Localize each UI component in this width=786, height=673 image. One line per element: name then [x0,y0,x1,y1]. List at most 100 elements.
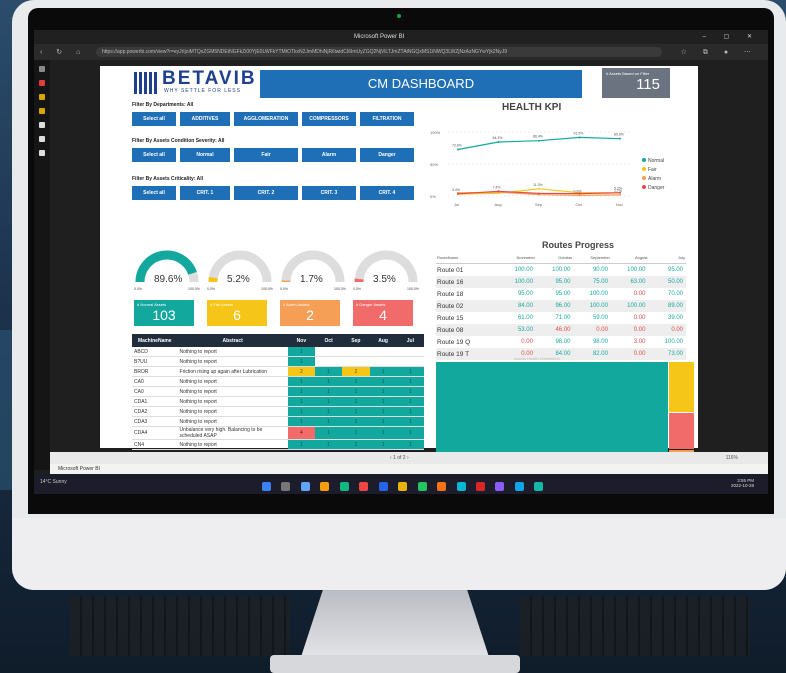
machine-abstract: Nothing to report [177,347,288,357]
routes-row[interactable]: Route 02 84.00 96.00 100.00 100.00 89.00 [436,300,686,312]
routes-header[interactable]: July [648,252,686,264]
routes-row[interactable]: Route 19 T 0.00 84.00 82.00 0.00 73.00 [436,348,686,360]
weather-widget[interactable]: 14°C Sunny [40,479,67,485]
app-icon[interactable] [456,482,466,491]
filter-button[interactable]: Select all [132,186,176,200]
route-value: 89.00 [648,300,686,312]
monitor-stand [300,590,490,660]
routes-header[interactable]: September [573,252,611,264]
table-row[interactable]: CDA4 Unbalance very high. Balancing to be… [132,426,424,440]
filter-button[interactable]: ADDITIVES [180,112,230,126]
taskbar-clock[interactable]: 3:55 PM 2022-10-28 [731,478,754,488]
sidebar-icon[interactable] [39,122,45,128]
machine-name: ABCD [132,347,178,357]
table-row[interactable]: CA0 Nothing to report 1 1 1 1 1 [132,376,424,387]
routes-header[interactable]: October [535,252,574,264]
x-tick-label: Jul [454,202,459,207]
filter-button[interactable]: AGGLOMERATION [234,112,298,126]
filter-button[interactable]: Alarm [302,148,356,162]
table-header[interactable]: Nov [287,334,316,347]
page-indicator[interactable]: ‹ 1 of 2 › [390,455,409,461]
severity-cell: 1 [396,406,424,417]
asset-card[interactable]: # Normal Assets 103 [134,300,194,326]
filter-button[interactable]: Normal [180,148,230,162]
data-label: 0.9% [574,189,582,193]
sidebar-icon[interactable] [39,66,45,72]
app-icon[interactable] [378,482,388,491]
window-controls[interactable]: – ▢ ✕ [703,33,760,40]
filter-button[interactable]: COMPRESSORS [302,112,356,126]
table-row[interactable]: CDA1 Nothing to report 1 1 1 1 1 [132,396,424,407]
sidebar-icon[interactable] [39,80,45,86]
taskview-icon[interactable] [300,482,310,491]
routes-header[interactable]: RouteName [436,252,499,264]
treemap-fair[interactable] [669,362,694,412]
severity-cell: 1 [342,426,370,440]
table-row[interactable]: CDA3 Nothing to report 1 1 1 1 1 [132,416,424,427]
filter-button[interactable]: Select all [132,112,176,126]
routes-row[interactable]: Route 08 53.00 46.00 0.00 0.00 0.00 [436,324,686,336]
table-header[interactable]: Abstract [177,334,288,347]
filter-button[interactable]: CRIT. 1 [180,186,230,200]
filter-button[interactable]: CRIT. 4 [360,186,414,200]
start-icon[interactable] [262,482,271,491]
sidebar-icon[interactable] [39,150,45,156]
routes-row[interactable]: Route 15 61.00 71.00 59.00 0.00 39.00 [436,312,686,324]
table-header[interactable]: MachineName [132,334,178,347]
table-row[interactable]: ABCD Nothing to report 1 [132,347,424,357]
routes-row[interactable]: Route 16 100.00 95.00 75.00 63.00 50.00 [436,276,686,288]
sidebar-icon[interactable] [39,136,45,142]
table-row[interactable]: CDA2 Nothing to report 1 1 1 1 1 [132,406,424,417]
table-row[interactable]: CA0 Nothing to report 1 1 1 1 1 [132,386,424,397]
filter-button[interactable]: Select all [132,148,176,162]
routes-row[interactable]: Route 18 95.00 95.00 100.00 0.00 70.00 [436,288,686,300]
legend-item[interactable]: Alarm [642,176,664,182]
app-icon[interactable] [495,482,505,491]
sidebar-icon[interactable] [39,94,45,100]
app-icon[interactable] [475,482,485,491]
filter-button[interactable]: FILTRATION [360,112,414,126]
sidebar-icon[interactable] [39,108,45,114]
table-header[interactable]: Sep [342,334,370,347]
app-icon[interactable] [514,482,524,491]
legend-item[interactable]: Danger [642,185,664,191]
routes-row[interactable]: Route 01 100.00 100.00 90.00 100.00 95.00 [436,264,686,277]
legend-item[interactable]: Normal [642,158,664,164]
table-header[interactable]: Oct [315,334,343,347]
search-icon[interactable] [281,482,291,491]
app-icon[interactable] [359,482,369,491]
route-value: 61.00 [517,315,533,321]
app-icon[interactable] [437,482,447,491]
filter-button[interactable]: Danger [360,148,414,162]
url-field[interactable]: https://app.powerbi.com/view?r=eyJrIjoiM… [96,47,662,57]
routes-header[interactable]: August [610,252,649,264]
machine-name: CA0 [132,386,178,397]
routes-header[interactable]: November [498,252,536,264]
table-header[interactable]: Jul [396,334,424,347]
legend-item[interactable]: Fair [642,167,664,173]
app-icon[interactable] [398,482,408,491]
asset-card[interactable]: # Danger Assets 4 [353,300,413,326]
filter-button[interactable]: Fair [234,148,298,162]
asset-card[interactable]: # Fair Assets 6 [207,300,267,326]
explorer-icon[interactable] [320,482,330,491]
app-icon[interactable] [417,482,427,491]
app-icon[interactable] [534,482,544,491]
nav-buttons[interactable]: ‹ ↻ ⌂ [40,48,86,56]
edge-icon[interactable] [339,482,349,491]
data-point [578,192,581,195]
route-value: 96.00 [535,300,574,312]
filter-button[interactable]: CRIT. 2 [234,186,298,200]
filter-button[interactable]: CRIT. 3 [302,186,356,200]
treemap-danger[interactable] [669,413,694,449]
route-value: 3.00 [633,339,646,345]
browser-toolbar-icons[interactable]: ☆ ⧉ ● ⋯ [681,48,758,57]
routes-row[interactable]: Route 19 Q 0.00 98.00 98.00 3.00 100.00 [436,336,686,348]
asset-card[interactable]: # Alarm Assets 2 [280,300,340,326]
table-row[interactable]: CN4 Nothing to report 1 1 1 1 1 [132,439,424,450]
route-value: 53.00 [498,324,536,336]
table-header[interactable]: Aug [369,334,397,347]
zoom-level[interactable]: 116% [726,455,738,461]
table-row[interactable]: B?UU Nothing to report 1 [132,356,424,367]
table-row[interactable]: BROR Friction rising up again after Lubri… [132,366,424,377]
